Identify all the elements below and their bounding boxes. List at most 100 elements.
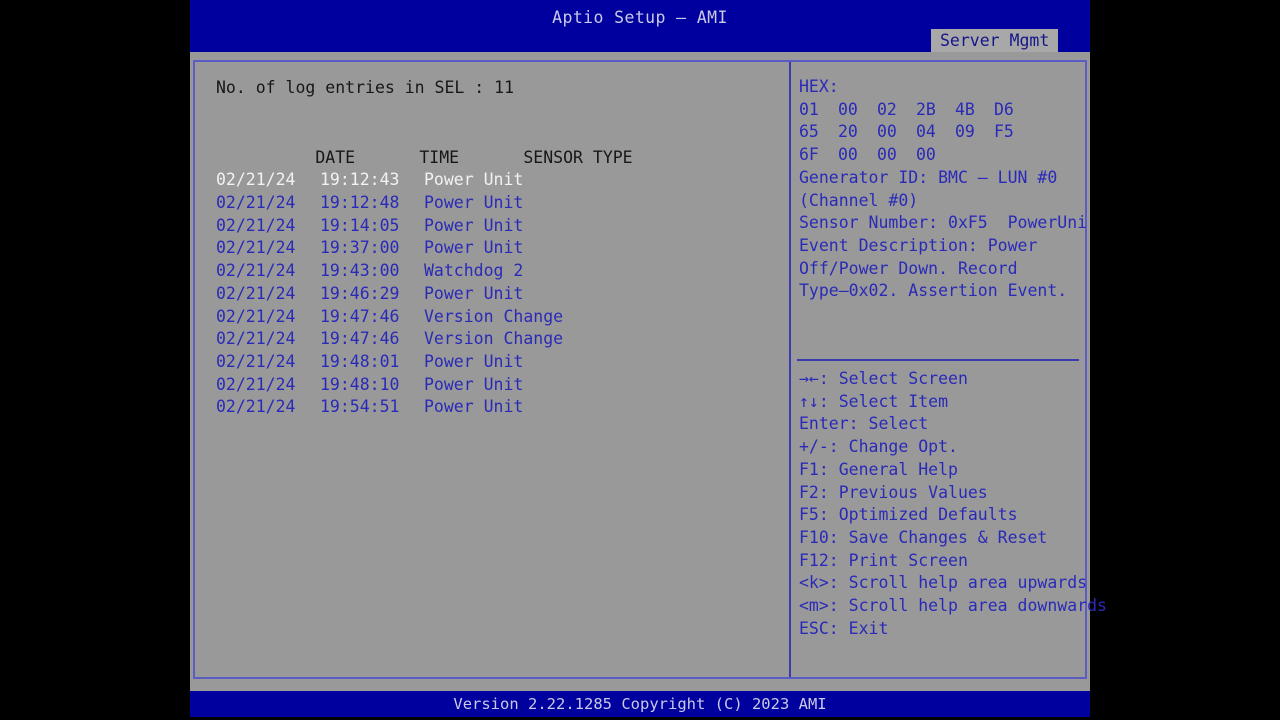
- tab-server-mgmt[interactable]: Server Mgmt: [931, 29, 1059, 52]
- shortcut-item: ↑↓: Select Item: [799, 391, 949, 411]
- shortcut-item: F2: Previous Values: [799, 482, 988, 502]
- cell-sensor-type: Power Unit: [424, 193, 524, 213]
- cell-time: 19:48:01: [320, 351, 400, 371]
- shortcut-item: +/-: Change Opt.: [799, 437, 958, 457]
- hex-byte: 02: [877, 99, 897, 119]
- event-detail-line: Off/Power Down. Record: [799, 258, 1018, 278]
- table-row[interactable]: 02/21/24 19:54:51 Power Unit: [216, 396, 776, 419]
- shortcut-item: F5: Optimized Defaults: [799, 505, 1018, 525]
- cell-sensor-type: Power Unit: [424, 283, 524, 303]
- hex-byte: D6: [994, 99, 1014, 119]
- column-header-sensor-type: SENSOR TYPE: [523, 147, 633, 167]
- sel-log-rows: 02/21/24 19:12:43 Power Unit 02/21/24 19:12:…: [216, 169, 776, 419]
- cell-date: 02/21/24: [216, 193, 296, 213]
- shortcut-item: Enter: Select: [799, 414, 929, 434]
- cell-sensor-type: Watchdog 2: [424, 261, 524, 281]
- shortcut-item: F10: Save Changes & Reset: [799, 527, 1048, 547]
- hex-byte: F5: [994, 122, 1014, 142]
- title-bar: Aptio Setup – AMI Server Mgmt: [190, 0, 1090, 52]
- hex-byte: 20: [838, 122, 858, 142]
- cell-sensor-type: Power Unit: [424, 238, 524, 258]
- hex-byte: 04: [916, 122, 936, 142]
- hex-byte: 4B: [955, 99, 975, 119]
- cell-time: 19:43:00: [320, 261, 400, 281]
- table-row[interactable]: 02/21/24 19:12:48 Power Unit: [216, 192, 776, 215]
- cell-date: 02/21/24: [216, 238, 296, 258]
- tab-strip: Server Mgmt: [190, 29, 1090, 52]
- hex-byte: 00: [916, 145, 936, 165]
- shortcut-item: <k>: Scroll help area upwards: [799, 573, 1088, 593]
- sel-log-pane: No. of log entries in SEL : 11 DATE TIME S…: [195, 62, 789, 677]
- cell-time: 19:37:00: [320, 238, 400, 258]
- table-row[interactable]: 02/21/24 19:37:00 Power Unit: [216, 237, 776, 260]
- sel-log-table: DATE TIME SENSOR TYPE 02/21/24 19:12:43 Powe…: [216, 124, 776, 419]
- cell-time: 19:12:43: [320, 170, 400, 190]
- event-detail-line: Sensor Number: 0xF5 PowerUni: [799, 213, 1088, 233]
- cell-date: 02/21/24: [216, 306, 296, 326]
- sel-entry-count: No. of log entries in SEL : 11: [216, 78, 515, 97]
- table-row[interactable]: 02/21/24 19:48:01 Power Unit: [216, 351, 776, 374]
- hex-byte: 65: [799, 122, 819, 142]
- hex-byte: 09: [955, 122, 975, 142]
- help-separator: [797, 359, 1079, 361]
- help-pane: HEX: 01 00 02 2B 4B D6 65 20 00 04 09 F5 6F 00 00 00 Ge…: [791, 62, 1107, 677]
- table-row[interactable]: 02/21/24 19:46:29 Power Unit: [216, 283, 776, 306]
- hex-row: 6F 00 00 00: [799, 144, 1085, 167]
- event-detail-block: HEX: 01 00 02 2B 4B D6 65 20 00 04 09 F5 6F 00 00 00 Ge…: [799, 76, 1088, 303]
- hex-byte: 00: [877, 145, 897, 165]
- hex-dump: 01 00 02 2B 4B D6 65 20 00 04 09 F5 6F 00 00 00: [799, 99, 1085, 167]
- table-row[interactable]: 02/21/24 19:12:43 Power Unit: [216, 169, 776, 192]
- hex-label: HEX:: [799, 77, 839, 96]
- table-row[interactable]: 02/21/24 19:48:10 Power Unit: [216, 374, 776, 397]
- cell-date: 02/21/24: [216, 329, 296, 349]
- cell-sensor-type: Power Unit: [424, 374, 524, 394]
- event-detail-line: Type–0x02. Assertion Event.: [799, 281, 1068, 301]
- cell-sensor-type: Version Change: [424, 329, 564, 349]
- content-frame: No. of log entries in SEL : 11 DATE TIME S…: [193, 60, 1107, 679]
- hex-row: 65 20 00 04 09 F5: [799, 121, 1085, 144]
- shortcut-item: F1: General Help: [799, 459, 958, 479]
- cell-date: 02/21/24: [216, 283, 296, 303]
- event-detail-line: (Channel #0): [799, 190, 919, 210]
- hex-byte: 01: [799, 99, 819, 119]
- bios-setup-screen: Aptio Setup – AMI Server Mgmt No. of log…: [190, 0, 1107, 717]
- version-copyright: Version 2.22.1285 Copyright (C) 2023 AMI: [453, 695, 827, 713]
- hex-byte: 6F: [799, 145, 819, 165]
- cell-time: 19:46:29: [320, 283, 400, 303]
- hex-byte: 00: [877, 122, 897, 142]
- cell-sensor-type: Power Unit: [424, 215, 524, 235]
- cell-time: 19:12:48: [320, 193, 400, 213]
- cell-time: 19:54:51: [320, 397, 400, 417]
- keyboard-shortcut-legend: →←: Select Screen ↑↓: Select Item Enter: S…: [799, 368, 1107, 640]
- cell-sensor-type: Power Unit: [424, 170, 524, 190]
- cell-date: 02/21/24: [216, 215, 296, 235]
- cell-time: 19:14:05: [320, 215, 400, 235]
- cell-date: 02/21/24: [216, 170, 296, 190]
- table-header-row: DATE TIME SENSOR TYPE: [216, 124, 776, 167]
- shortcut-item: F12: Print Screen: [799, 550, 968, 570]
- cell-sensor-type: Version Change: [424, 306, 564, 326]
- cell-date: 02/21/24: [216, 261, 296, 281]
- cell-time: 19:48:10: [320, 374, 400, 394]
- hex-byte: 00: [838, 145, 858, 165]
- table-row[interactable]: 02/21/24 19:47:46 Version Change: [216, 328, 776, 351]
- cell-sensor-type: Power Unit: [424, 397, 524, 417]
- shortcut-item: ESC: Exit: [799, 618, 889, 638]
- cell-date: 02/21/24: [216, 374, 296, 394]
- hex-byte: 2B: [916, 99, 936, 119]
- cell-time: 19:47:46: [320, 329, 400, 349]
- cell-sensor-type: Power Unit: [424, 351, 524, 371]
- event-description-lines: Generator ID: BMC – LUN #0 (Channel #0) Se…: [799, 167, 1088, 303]
- hex-byte: 00: [838, 99, 858, 119]
- table-row[interactable]: 02/21/24 19:14:05 Power Unit: [216, 215, 776, 238]
- column-header-date: DATE: [315, 147, 356, 167]
- shortcut-item: <m>: Scroll help area downwards: [799, 596, 1107, 616]
- event-detail-line: Generator ID: BMC – LUN #0: [799, 167, 1058, 187]
- shortcut-item: →←: Select Screen: [799, 369, 968, 388]
- cell-time: 19:47:46: [320, 306, 400, 326]
- footer-bar: Version 2.22.1285 Copyright (C) 2023 AMI: [190, 691, 1090, 717]
- event-detail-line: Event Description: Power: [799, 235, 1038, 255]
- table-row[interactable]: 02/21/24 19:43:00 Watchdog 2: [216, 260, 776, 283]
- table-row[interactable]: 02/21/24 19:47:46 Version Change: [216, 306, 776, 329]
- cell-date: 02/21/24: [216, 397, 296, 417]
